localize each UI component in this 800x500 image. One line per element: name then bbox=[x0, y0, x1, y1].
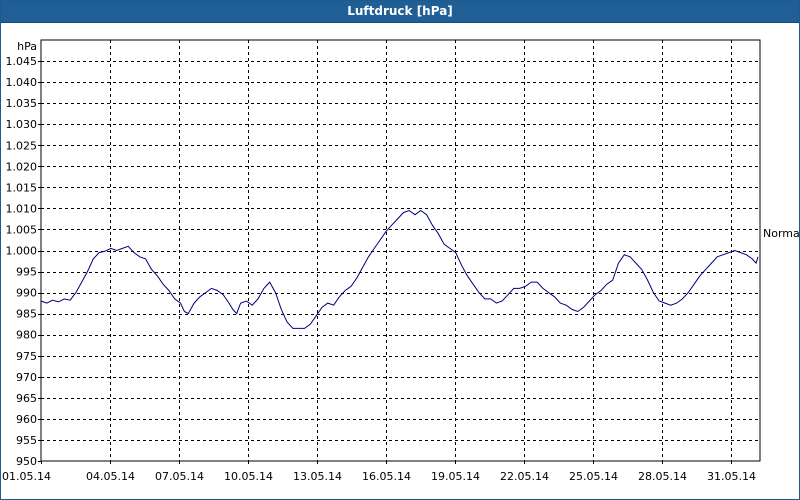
y-tick-label: 1.030 bbox=[6, 118, 38, 131]
normal-reference-label: Normal bbox=[763, 227, 800, 240]
y-tick-label: 1.040 bbox=[6, 76, 38, 89]
y-tick-label: 965 bbox=[16, 392, 37, 405]
y-tick-label: 970 bbox=[16, 371, 37, 384]
x-tick-label: 22.05.14 bbox=[500, 470, 549, 483]
y-tick-label: 975 bbox=[16, 350, 37, 363]
x-tick-label: 31.05.14 bbox=[707, 470, 756, 483]
y-tick-label: 1.035 bbox=[6, 97, 38, 110]
y-tick-label: 1.045 bbox=[6, 55, 38, 68]
y-tick-label: 1.010 bbox=[6, 202, 38, 215]
y-tick-label: 1.000 bbox=[6, 245, 38, 258]
y-tick-label: 985 bbox=[16, 308, 37, 321]
y-tick-label: 995 bbox=[16, 266, 37, 279]
x-tick-label: 04.05.14 bbox=[86, 470, 135, 483]
x-tick-label: 07.05.14 bbox=[155, 470, 204, 483]
y-tick-label: 950 bbox=[16, 455, 37, 468]
y-tick-label: 1.015 bbox=[6, 181, 38, 194]
x-tick-label: 16.05.14 bbox=[362, 470, 411, 483]
y-axis-ticks: 950 955 960 965 970 975 980 985 990 995 1.000 1.005… bbox=[6, 55, 41, 468]
y-tick-label: 955 bbox=[16, 434, 37, 447]
pressure-chart: 950 955 960 965 970 975 980 985 990 995 1.000 1.005… bbox=[2, 39, 800, 483]
plot-area bbox=[40, 39, 761, 462]
x-tick-label: 10.05.14 bbox=[224, 470, 273, 483]
y-tick-label: 960 bbox=[16, 413, 37, 426]
y-axis-unit-label: hPa bbox=[17, 40, 37, 53]
y-tick-label: 1.025 bbox=[6, 139, 38, 152]
y-tick-label: 980 bbox=[16, 329, 37, 342]
y-tick-label: 1.005 bbox=[6, 223, 38, 236]
x-tick-label: 01.05.14 bbox=[2, 470, 51, 483]
y-tick-label: 1.020 bbox=[6, 160, 38, 173]
x-tick-label: 25.05.14 bbox=[569, 470, 618, 483]
y-tick-label: 990 bbox=[16, 287, 37, 300]
x-tick-label: 19.05.14 bbox=[431, 470, 480, 483]
x-axis-ticks: 01.05.14 04.05.14 07.05.14 10.05.14 13.05.14… bbox=[2, 461, 756, 483]
x-tick-label: 13.05.14 bbox=[293, 470, 342, 483]
x-tick-label: 28.05.14 bbox=[638, 470, 687, 483]
